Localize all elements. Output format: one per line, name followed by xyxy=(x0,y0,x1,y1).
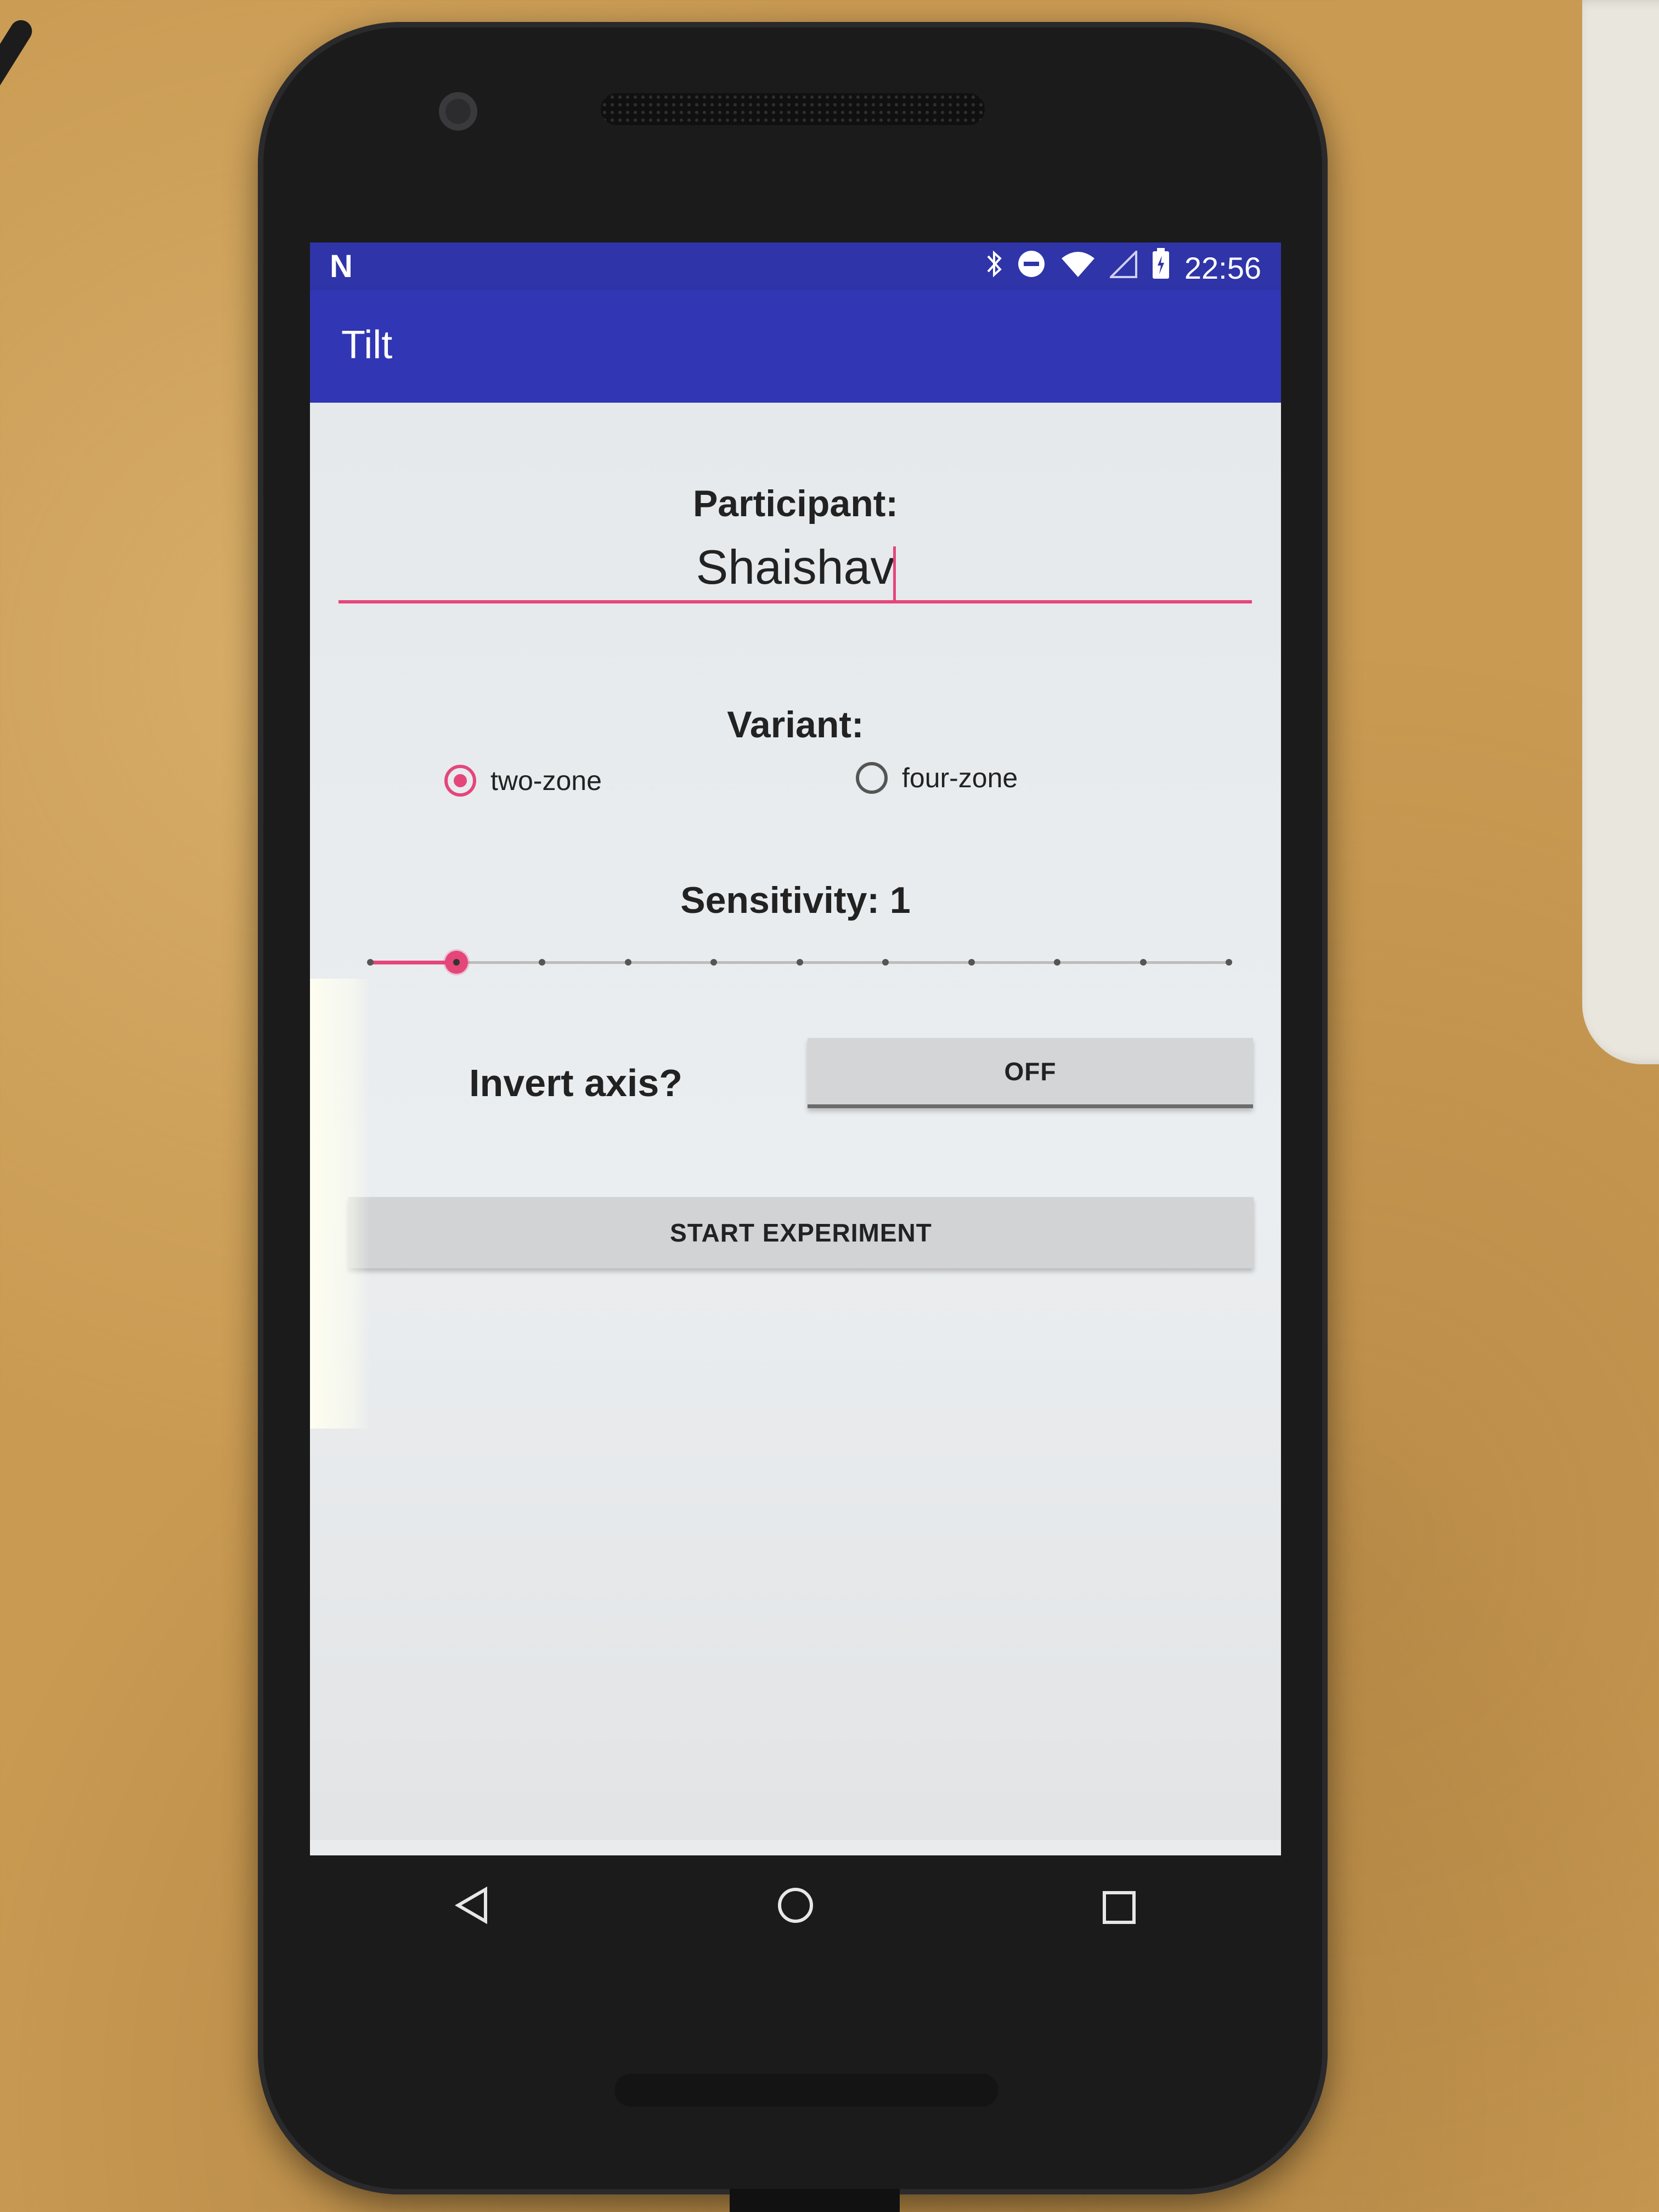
slider-tick xyxy=(624,959,631,966)
front-camera xyxy=(439,92,477,131)
bottom-speaker xyxy=(614,2074,998,2107)
status-icons: 22:56 xyxy=(986,248,1261,287)
sensitivity-slider[interactable] xyxy=(367,946,1232,979)
slider-tick xyxy=(710,959,717,966)
radio-two-zone-label: two-zone xyxy=(490,765,602,796)
app-title: Tilt xyxy=(341,323,393,367)
slider-tick xyxy=(796,959,803,966)
slider-tick xyxy=(1139,959,1147,966)
home-icon[interactable] xyxy=(752,1886,839,1935)
slider-fill xyxy=(370,961,456,964)
radio-checked-icon xyxy=(444,765,476,797)
cell-signal-icon xyxy=(1108,249,1137,286)
radio-unchecked-icon xyxy=(856,762,888,794)
desk-cable xyxy=(0,16,36,149)
battery-icon xyxy=(1152,248,1170,287)
variant-label: Variant: xyxy=(727,704,864,746)
slider-tick xyxy=(539,959,545,966)
do-not-disturb-icon xyxy=(1017,249,1046,286)
bluetooth-icon xyxy=(986,249,1002,287)
phone-screen: N 22:56 Tilt Participant: Varian xyxy=(310,242,1281,1855)
navigation-bar xyxy=(310,1855,1281,1965)
radio-four-zone-label: four-zone xyxy=(902,763,1018,793)
radio-four-zone[interactable]: four-zone xyxy=(856,762,1018,794)
slider-thumb[interactable] xyxy=(444,951,468,974)
slider-tick xyxy=(882,959,889,966)
earpiece-speaker xyxy=(601,93,985,125)
radio-two-zone[interactable]: two-zone xyxy=(444,765,602,797)
invert-axis-label: Invert axis? xyxy=(469,1062,683,1104)
status-time: 22:56 xyxy=(1184,250,1261,285)
participant-label: Participant: xyxy=(692,483,899,524)
notification-icon: N xyxy=(330,249,353,284)
sensitivity-label: Sensitivity: 1 xyxy=(680,879,911,921)
laptop-edge xyxy=(1582,0,1659,1064)
participant-input[interactable] xyxy=(338,534,1252,603)
slider-tick xyxy=(367,959,374,966)
recents-icon[interactable] xyxy=(1075,1886,1163,1935)
slider-tick xyxy=(1226,959,1232,966)
wifi-icon xyxy=(1060,250,1096,286)
screen-glare xyxy=(310,979,370,1429)
usb-cable xyxy=(730,2189,900,2212)
text-cursor xyxy=(893,546,896,601)
slider-tick xyxy=(968,959,975,966)
app-bar: Tilt xyxy=(310,290,1281,403)
slider-tick xyxy=(1054,959,1060,966)
start-experiment-button[interactable]: START EXPERIMENT xyxy=(348,1197,1254,1268)
back-icon[interactable] xyxy=(428,1886,516,1935)
main-content: Participant: Variant: two-zone four-zone… xyxy=(310,403,1281,1840)
invert-axis-toggle[interactable]: OFF xyxy=(808,1038,1253,1108)
status-bar: N 22:56 xyxy=(310,242,1281,290)
